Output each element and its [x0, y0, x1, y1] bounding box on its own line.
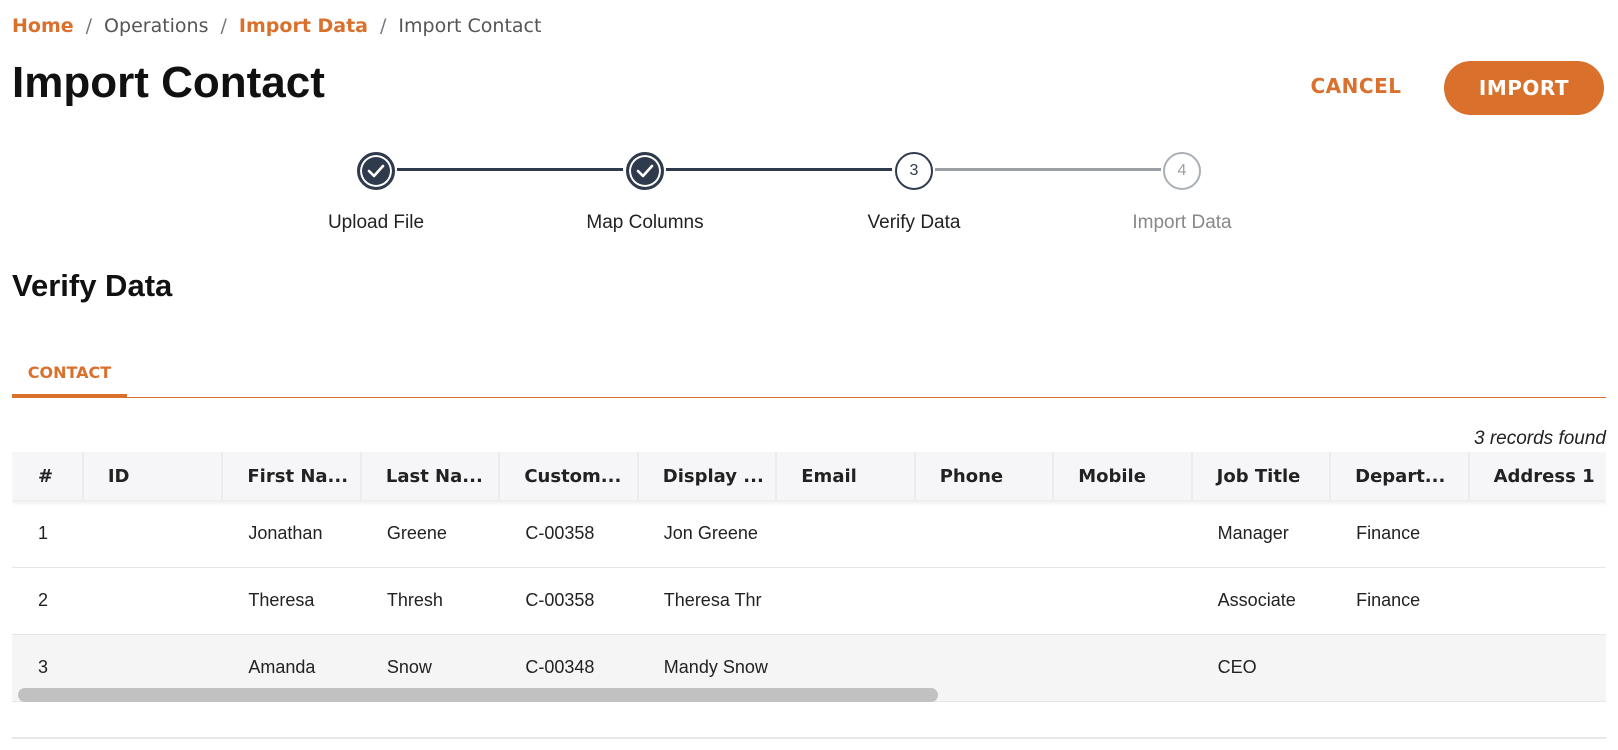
- step-1-circle: [357, 152, 395, 190]
- cell-customer: C-00358: [525, 522, 595, 543]
- cell-email: [776, 567, 914, 634]
- cell-first-name: Jonathan: [248, 522, 323, 543]
- cell-phone: [915, 500, 1053, 567]
- column-header-mobile[interactable]: Mobile: [1053, 452, 1193, 500]
- cancel-button[interactable]: CANCEL: [1308, 66, 1404, 106]
- breadcrumb-separator: /: [220, 15, 227, 37]
- cell-email: [776, 500, 914, 567]
- table-row[interactable]: 1 Jonathan Greene C-00358 Jon Greene Man…: [12, 500, 1606, 567]
- column-header-id[interactable]: ID: [82, 452, 224, 500]
- step-3-label: Verify Data: [867, 212, 961, 233]
- column-header-department[interactable]: Depart...: [1330, 452, 1470, 500]
- page-title: Import Contact: [12, 58, 325, 107]
- cell-id: [83, 567, 223, 634]
- cell-address-1: [1469, 567, 1606, 634]
- step-1-label: Upload File: [327, 212, 425, 233]
- data-table: # ID First Na... Last Na... Custom... Di…: [12, 452, 1606, 702]
- column-header-customer[interactable]: Custom...: [499, 452, 639, 500]
- column-header-last-name[interactable]: Last Na...: [360, 452, 501, 500]
- column-header-first-name[interactable]: First Na...: [222, 452, 362, 500]
- cell-phone: [915, 567, 1053, 634]
- cell-job-title: Associate: [1217, 590, 1296, 610]
- step-4-circle: 4: [1163, 152, 1201, 190]
- breadcrumb-home-link[interactable]: Home: [12, 15, 74, 37]
- column-header-phone[interactable]: Phone: [914, 452, 1055, 500]
- step-connector: [397, 168, 623, 171]
- step-connector: [935, 168, 1161, 171]
- tab-contact[interactable]: CONTACT: [12, 350, 127, 398]
- column-header-email[interactable]: Email: [776, 452, 916, 500]
- cell-display-name: Jon Greene: [663, 522, 758, 543]
- cell-id: [83, 500, 223, 567]
- cell-display-name: Theresa Thr: [663, 590, 762, 610]
- checkmark-icon: [367, 164, 385, 178]
- cell-first-name: Theresa: [248, 590, 315, 610]
- cell-department: Finance: [1356, 522, 1421, 543]
- breadcrumb: Home / Operations / Import Data / Import…: [12, 13, 541, 39]
- checkmark-icon: [636, 164, 654, 178]
- cell-job-title: Manager: [1217, 522, 1289, 543]
- step-2-label: Map Columns: [586, 212, 704, 233]
- cell-last-name: Greene: [386, 522, 447, 543]
- step-2-circle: [626, 152, 664, 190]
- step-3-circle: 3: [895, 152, 933, 190]
- column-header-job-title[interactable]: Job Title: [1191, 452, 1332, 500]
- table-header-row: # ID First Na... Last Na... Custom... Di…: [12, 452, 1606, 500]
- horizontal-scrollbar[interactable]: [18, 688, 938, 702]
- cell-address-1: [1469, 634, 1606, 701]
- column-header-display-name[interactable]: Display ...: [637, 452, 778, 500]
- cell-department: Finance: [1356, 590, 1421, 610]
- cell-number: 2: [38, 590, 49, 610]
- tab-bar: CONTACT: [12, 350, 1606, 398]
- cell-number: 1: [38, 522, 49, 543]
- cell-mobile: [1053, 500, 1191, 567]
- breadcrumb-current: Import Contact: [398, 15, 542, 37]
- section-title: Verify Data: [12, 268, 173, 303]
- cell-last-name: Thresh: [386, 590, 443, 610]
- table-row[interactable]: 2 Theresa Thresh C-00358 Theresa Thr Ass…: [12, 567, 1606, 634]
- breadcrumb-separator: /: [85, 15, 93, 37]
- step-4-label: Import Data: [1132, 212, 1232, 233]
- records-count: 3 records found: [1473, 428, 1606, 449]
- breadcrumb-operations: Operations: [104, 15, 209, 37]
- import-button[interactable]: IMPORT: [1444, 61, 1604, 115]
- cell-mobile: [1053, 567, 1191, 634]
- cell-mobile: [1053, 634, 1191, 701]
- column-header-number[interactable]: #: [12, 452, 84, 500]
- cell-address-1: [1469, 500, 1606, 567]
- cell-job-title: CEO: [1217, 657, 1257, 677]
- cell-customer: C-00358: [525, 590, 595, 610]
- column-header-address-1[interactable]: Address 1: [1468, 452, 1606, 500]
- cell-department: [1330, 634, 1468, 701]
- breadcrumb-import-data-link[interactable]: Import Data: [239, 15, 368, 37]
- step-connector: [666, 168, 892, 171]
- breadcrumb-separator: /: [380, 15, 387, 37]
